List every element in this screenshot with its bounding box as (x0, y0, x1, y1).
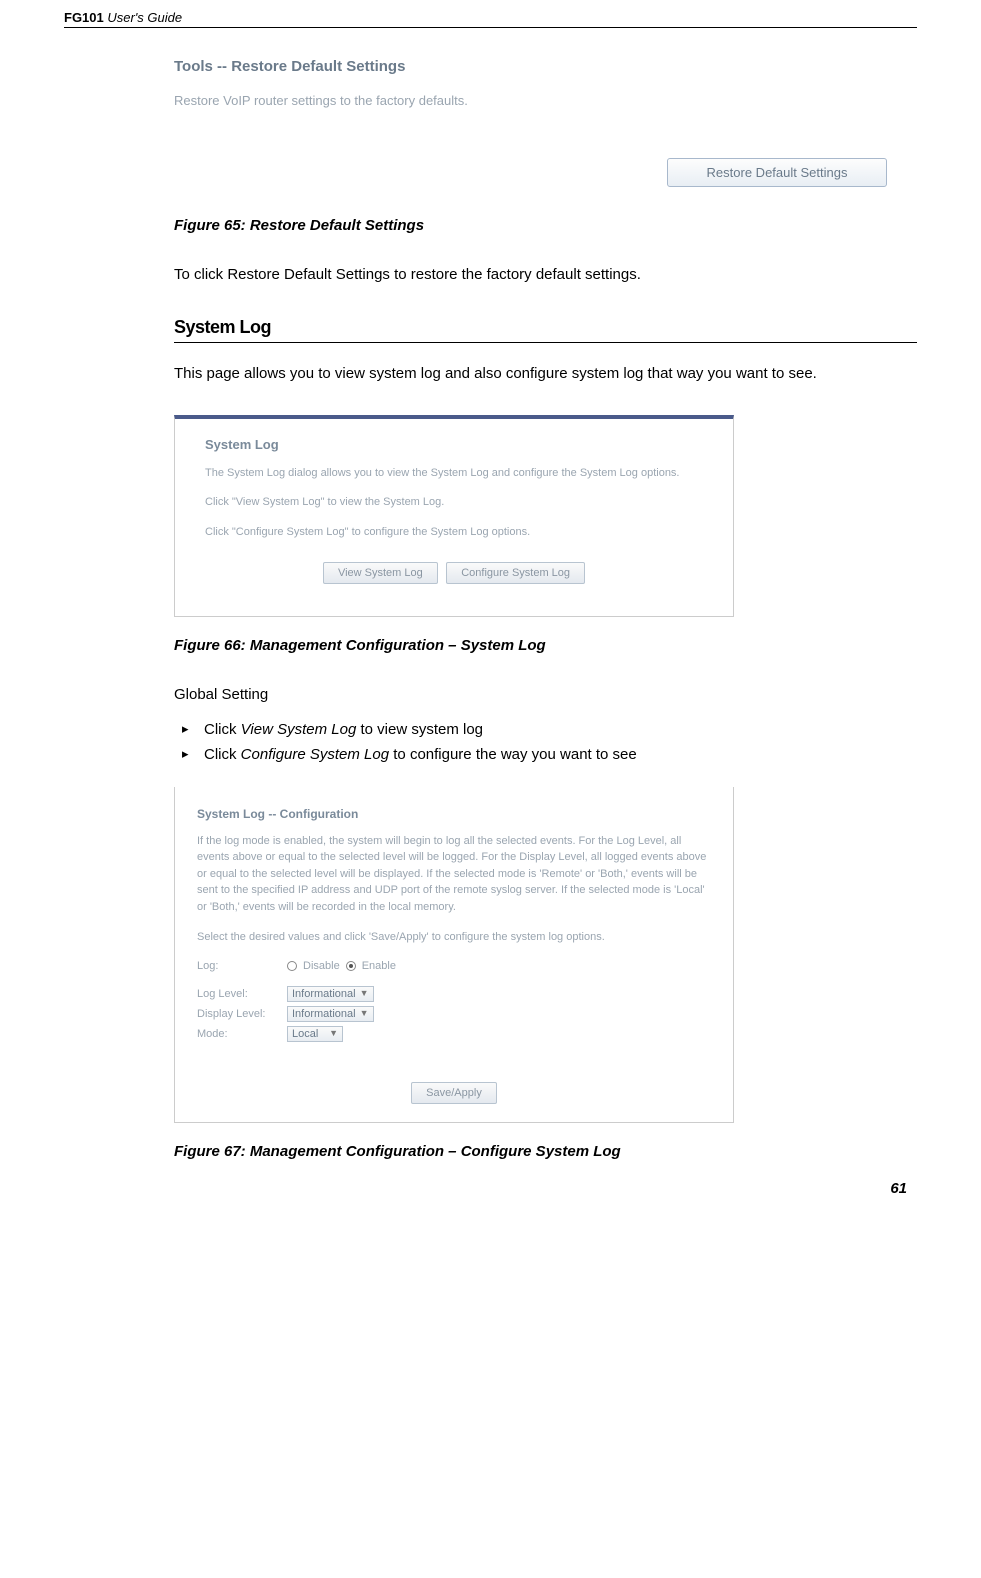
global-setting-label: Global Setting (174, 684, 917, 707)
display-level-label: Display Level: (197, 1008, 287, 1020)
restore-screenshot: Tools -- Restore Default Settings Restor… (174, 58, 917, 187)
radio-disable[interactable] (287, 961, 297, 971)
section-heading-system-log: System Log (174, 317, 917, 343)
config-title: System Log -- Configuration (197, 807, 711, 821)
log-label: Log: (197, 960, 287, 972)
mode-label: Mode: (197, 1028, 287, 1040)
header-subtitle: User's Guide (107, 10, 182, 25)
log-level-select[interactable]: Informational▼ (287, 986, 374, 1002)
syslog-line1: The System Log dialog allows you to view… (205, 466, 703, 481)
bullet-prefix: Click (204, 746, 241, 763)
syslog-line2: Click "View System Log" to view the Syst… (205, 495, 703, 510)
header-title: FG101 User's Guide (64, 10, 182, 25)
system-log-config-screenshot: System Log -- Configuration If the log m… (174, 787, 734, 1123)
display-level-value: Informational (292, 1008, 356, 1020)
mode-select[interactable]: Local ▼ (287, 1026, 343, 1042)
radio-enable-label: Enable (362, 960, 396, 972)
restore-body-text: To click Restore Default Settings to res… (174, 264, 917, 287)
log-level-value: Informational (292, 988, 356, 1000)
view-system-log-button[interactable]: View System Log (323, 562, 438, 584)
bullet-italic: Configure System Log (241, 746, 389, 763)
figure-66-caption: Figure 66: Management Configuration – Sy… (174, 637, 917, 654)
bullet-list: Click View System Log to view system log… (174, 717, 917, 767)
dropdown-arrow-icon: ▼ (356, 1008, 369, 1018)
syslog-line3: Click "Configure System Log" to configur… (205, 525, 703, 540)
bullet-prefix: Click (204, 721, 241, 738)
page-header: FG101 User's Guide (64, 10, 917, 28)
restore-default-button[interactable]: Restore Default Settings (667, 158, 887, 187)
bullet-suffix: to view system log (356, 721, 483, 738)
radio-enable[interactable] (346, 961, 356, 971)
figure-67-caption: Figure 67: Management Configuration – Co… (174, 1143, 917, 1160)
bullet-suffix: to configure the way you want to see (389, 746, 637, 763)
product-name: FG101 (64, 10, 104, 25)
bullet-item-view: Click View System Log to view system log (174, 717, 917, 742)
figure-65-caption: Figure 65: Restore Default Settings (174, 217, 917, 234)
config-para2: Select the desired values and click 'Sav… (197, 929, 711, 946)
syslog-intro: This page allows you to view system log … (174, 363, 917, 386)
restore-desc: Restore VoIP router settings to the fact… (174, 93, 917, 108)
dropdown-arrow-icon: ▼ (356, 988, 369, 998)
restore-title: Tools -- Restore Default Settings (174, 58, 917, 75)
page-number: 61 (64, 1180, 917, 1197)
bullet-item-configure: Click Configure System Log to configure … (174, 742, 917, 767)
display-level-select[interactable]: Informational▼ (287, 1006, 374, 1022)
config-para1: If the log mode is enabled, the system w… (197, 833, 711, 916)
log-level-label: Log Level: (197, 988, 287, 1000)
dropdown-arrow-icon: ▼ (325, 1028, 338, 1038)
configure-system-log-button[interactable]: Configure System Log (446, 562, 585, 584)
log-radio-group: Disable Enable (287, 960, 396, 972)
mode-value: Local (292, 1028, 318, 1040)
bullet-italic: View System Log (241, 721, 357, 738)
system-log-screenshot: System Log The System Log dialog allows … (174, 415, 734, 617)
syslog-title: System Log (205, 437, 703, 452)
radio-disable-label: Disable (303, 960, 340, 972)
save-apply-button[interactable]: Save/Apply (411, 1082, 497, 1104)
